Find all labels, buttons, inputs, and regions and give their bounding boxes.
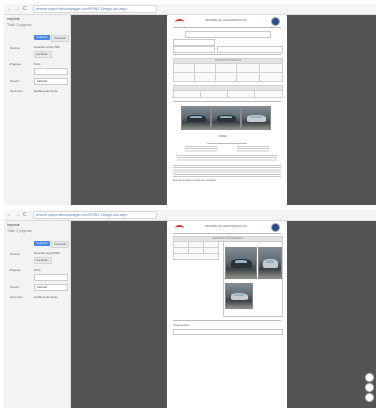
background-graphics-checkbox[interactable]: Gráficos de fondo bbox=[34, 295, 58, 299]
document-header-title: INFORME DE CARACTERIZACIÓN bbox=[205, 225, 247, 228]
reload-icon[interactable]: C bbox=[23, 4, 27, 14]
forward-arrow-icon[interactable]: → bbox=[15, 210, 20, 220]
vehicle-photo bbox=[225, 247, 257, 279]
page-count: Total: 2 páginas bbox=[7, 23, 32, 27]
field-box bbox=[173, 46, 215, 53]
browser-toolbar: ← → C dmvnet.mayor.bibliomanager.com/PRI… bbox=[4, 210, 376, 221]
field-box bbox=[173, 39, 215, 46]
table-cell bbox=[200, 90, 228, 98]
layout-label: Diseño bbox=[10, 79, 20, 83]
document-header-title: INFORME DE CARACTERIZACIÓN bbox=[205, 19, 247, 22]
options-label: Opciones bbox=[10, 295, 23, 299]
table-cell bbox=[173, 253, 219, 260]
destination-value: Guardar como PDF bbox=[34, 251, 61, 255]
observations-box bbox=[173, 329, 283, 335]
zoom-fit-icon[interactable] bbox=[365, 373, 374, 382]
print-settings-panel: Imprimir Total: 2 páginas Imprimir Cance… bbox=[4, 15, 71, 205]
divider bbox=[173, 320, 281, 321]
address-bar[interactable]: dmvnet.mayor.bibliomanager.com/PRINT: De… bbox=[32, 5, 157, 13]
change-destination-button[interactable]: Cambiar... bbox=[34, 51, 52, 58]
layout-label: Diseño bbox=[10, 285, 20, 289]
field-box bbox=[217, 46, 283, 53]
observations-label: Observaciones bbox=[173, 324, 190, 327]
pages-range-input[interactable] bbox=[34, 68, 68, 75]
vehicle-photo bbox=[258, 247, 282, 279]
pages-all-radio[interactable]: Todo bbox=[34, 62, 41, 66]
cancel-button[interactable]: Cancelar bbox=[51, 35, 69, 42]
table-cell bbox=[215, 72, 237, 82]
back-arrow-icon[interactable]: ← bbox=[7, 210, 12, 220]
zoom-out-icon[interactable] bbox=[365, 393, 374, 402]
table-cell bbox=[173, 72, 195, 82]
preview-viewer: INFORME DE CARACTERIZACIÓN VALORACIÓN TÉ… bbox=[71, 15, 376, 205]
document-page: INFORME DE CARACTERIZACIÓN VALORACIÓN TÉ… bbox=[167, 15, 287, 205]
table-cell bbox=[236, 72, 260, 82]
zoom-in-icon[interactable] bbox=[365, 383, 374, 392]
address-bar[interactable]: dmvnet.mayor.bibliomanager.com/PRINT: De… bbox=[32, 211, 157, 219]
reload-icon[interactable]: C bbox=[23, 210, 27, 220]
signature-label: FIRMA bbox=[219, 135, 227, 138]
signature-block bbox=[185, 146, 217, 152]
header-field bbox=[185, 31, 271, 38]
signature-line bbox=[207, 143, 247, 144]
options-label: Opciones bbox=[10, 89, 23, 93]
document-page: INFORME DE CARACTERIZACIÓN REGISTRO FOTO… bbox=[167, 221, 287, 408]
legal-text-block bbox=[173, 165, 281, 177]
print-title: Imprimir bbox=[7, 223, 20, 227]
print-button[interactable]: Imprimir bbox=[34, 35, 50, 40]
page-count: Total: 2 páginas bbox=[7, 229, 32, 233]
pages-range-input[interactable] bbox=[34, 274, 68, 281]
destination-label: Destino bbox=[10, 46, 21, 50]
table-cell bbox=[259, 72, 283, 82]
government-seal bbox=[271, 223, 280, 232]
print-button[interactable]: Imprimir bbox=[34, 241, 50, 246]
divider bbox=[173, 101, 281, 102]
screenshot-print-preview-page-2: ← → C dmvnet.mayor.bibliomanager.com/PRI… bbox=[4, 210, 376, 408]
preview-viewer: INFORME DE CARACTERIZACIÓN REGISTRO FOTO… bbox=[71, 221, 376, 408]
destination-value: Guardar como PDF bbox=[34, 45, 61, 49]
back-arrow-icon[interactable]: ← bbox=[7, 4, 12, 14]
divider bbox=[173, 27, 281, 28]
pages-all-radio[interactable]: Todo bbox=[34, 268, 41, 272]
screenshot-print-preview-page-1: ← → C dmvnet.mayor.bibliomanager.com/PRI… bbox=[4, 4, 376, 205]
layout-select[interactable]: Vertical bbox=[34, 78, 68, 85]
vehicle-photo bbox=[181, 106, 211, 130]
print-settings-panel: Imprimir Total: 2 páginas Imprimir Cance… bbox=[4, 221, 71, 408]
vehicle-photo bbox=[225, 283, 253, 309]
agency-logo bbox=[175, 18, 184, 24]
divider bbox=[173, 233, 281, 234]
forward-arrow-icon[interactable]: → bbox=[15, 4, 20, 14]
text-block bbox=[177, 155, 277, 161]
table-cell bbox=[173, 90, 201, 98]
print-title: Imprimir bbox=[7, 17, 20, 21]
vehicle-photo bbox=[241, 106, 271, 130]
layout-select[interactable]: Vertical bbox=[34, 284, 68, 291]
divider bbox=[173, 54, 281, 55]
signature-block bbox=[237, 146, 269, 152]
table-cell bbox=[194, 72, 216, 82]
agency-logo bbox=[175, 224, 184, 230]
browser-toolbar: ← → C dmvnet.mayor.bibliomanager.com/PRI… bbox=[4, 4, 376, 15]
background-graphics-checkbox[interactable]: Gráficos de fondo bbox=[34, 89, 58, 93]
footer-note: Este documento es para uso exclusivo bbox=[173, 179, 216, 182]
table-cell bbox=[227, 90, 255, 98]
pages-label: Páginas bbox=[10, 62, 21, 66]
pages-label: Páginas bbox=[10, 268, 21, 272]
destination-label: Destino bbox=[10, 252, 21, 256]
table-cell bbox=[254, 90, 283, 98]
change-destination-button[interactable]: Cambiar... bbox=[34, 257, 52, 264]
cancel-button[interactable]: Cancelar bbox=[51, 241, 69, 248]
government-seal bbox=[271, 17, 280, 26]
vehicle-photo bbox=[211, 106, 241, 130]
